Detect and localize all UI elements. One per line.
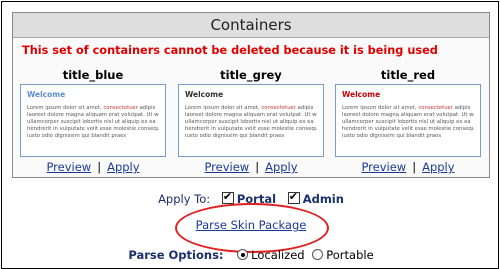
container-title: title_red (380, 68, 436, 82)
container-actions: Preview | Apply (20, 160, 166, 174)
localized-radio[interactable] (237, 249, 249, 260)
thumbnail-text-line: laoreet dolore magna aliquam erat volutp… (342, 112, 474, 118)
thumbnail-text-line: iusto odio dignissim qui blandit praes (342, 133, 442, 139)
parse-options-label: Parse Options: (128, 248, 224, 262)
thumbnail-text-line: ullamcorper suscipit lobortis nisl ut al… (342, 119, 471, 125)
thumbnail-text-line: Lorem ipsum dolor sit amet, consectetuer… (342, 105, 471, 111)
preview-link[interactable]: Preview (204, 160, 249, 174)
apply-link[interactable]: Apply (422, 160, 454, 174)
container-thumbnail: Welcome Lorem ipsum dolor sit amet, cons… (178, 84, 324, 157)
container-item-title-blue: title_blue Welcome Lorem ipsum dolor sit… (20, 69, 166, 174)
thumbnail-text-line: iusto odio dignissim qui blandit praes (27, 133, 127, 139)
thumbnail-text-line: hendrerit in vulputate velit esse molest… (27, 126, 159, 132)
thumbnail-text-line: ullamcorper suscipit lobortis nisl ut al… (185, 119, 314, 125)
preview-link[interactable]: Preview (361, 160, 406, 174)
localized-label: Localized (251, 248, 305, 262)
apply-to-row: Apply To: Portal Admin (2, 190, 500, 206)
panel-title: Containers (13, 13, 489, 38)
parse-skin-package-link[interactable]: Parse Skin Package (196, 218, 307, 232)
apply-link[interactable]: Apply (107, 160, 139, 174)
container-title: title_grey (220, 68, 282, 82)
container-item-title-grey: title_grey Welcome Lorem ipsum dolor sit… (178, 69, 324, 174)
admin-label: Admin (302, 192, 344, 206)
thumbnail-welcome: Welcome (185, 90, 224, 99)
portal-checkbox[interactable] (221, 190, 234, 204)
container-actions: Preview | Apply (335, 160, 481, 174)
admin-checkbox[interactable] (287, 190, 300, 204)
warning-message: This set of containers cannot be deleted… (22, 44, 438, 57)
page-frame: Containers This set of containers cannot… (1, 1, 499, 269)
container-title: title_blue (62, 68, 124, 82)
thumbnail-text-line: Lorem ipsum dolor sit amet, consectetuer… (27, 105, 156, 111)
portable-radio[interactable] (312, 249, 324, 260)
portable-label: Portable (326, 248, 374, 262)
thumbnail-text-line: hendrerit in vulputate velit esse molest… (342, 126, 474, 132)
thumbnail-text-line: iusto odio dignissim qui blandit praes (185, 133, 285, 139)
thumbnail-text-line: laoreet dolore magna aliquam erat volutp… (185, 112, 317, 118)
container-actions: Preview | Apply (178, 160, 324, 174)
link-separator: | (255, 160, 260, 174)
container-thumbnail: Welcome Lorem ipsum dolor sit amet, cons… (20, 84, 166, 157)
thumbnail-welcome: Welcome (342, 90, 381, 99)
link-separator: | (97, 160, 102, 174)
thumbnail-text-line: hendrerit in vulputate velit esse molest… (185, 126, 317, 132)
link-separator: | (412, 160, 417, 174)
thumbnail-text-line: Lorem ipsum dolor sit amet, consectetuer… (185, 105, 314, 111)
thumbnail-welcome: Welcome (27, 90, 66, 99)
container-item-title-red: title_red Welcome Lorem ipsum dolor sit … (335, 69, 481, 174)
container-thumbnail: Welcome Lorem ipsum dolor sit amet, cons… (335, 84, 481, 157)
portal-label: Portal (236, 192, 277, 206)
parse-link-row: Parse Skin Package (2, 218, 500, 232)
apply-to-label: Apply To: (158, 192, 211, 206)
thumbnail-text-line: ullamcorper suscipit lobortis nisl ut al… (27, 119, 156, 125)
apply-link[interactable]: Apply (265, 160, 297, 174)
containers-panel: Containers This set of containers cannot… (12, 12, 490, 178)
preview-link[interactable]: Preview (46, 160, 91, 174)
thumbnail-text-line: laoreet dolore magna aliquam erat volutp… (27, 112, 159, 118)
parse-options-row: Parse Options: Localized Portable (2, 248, 500, 262)
